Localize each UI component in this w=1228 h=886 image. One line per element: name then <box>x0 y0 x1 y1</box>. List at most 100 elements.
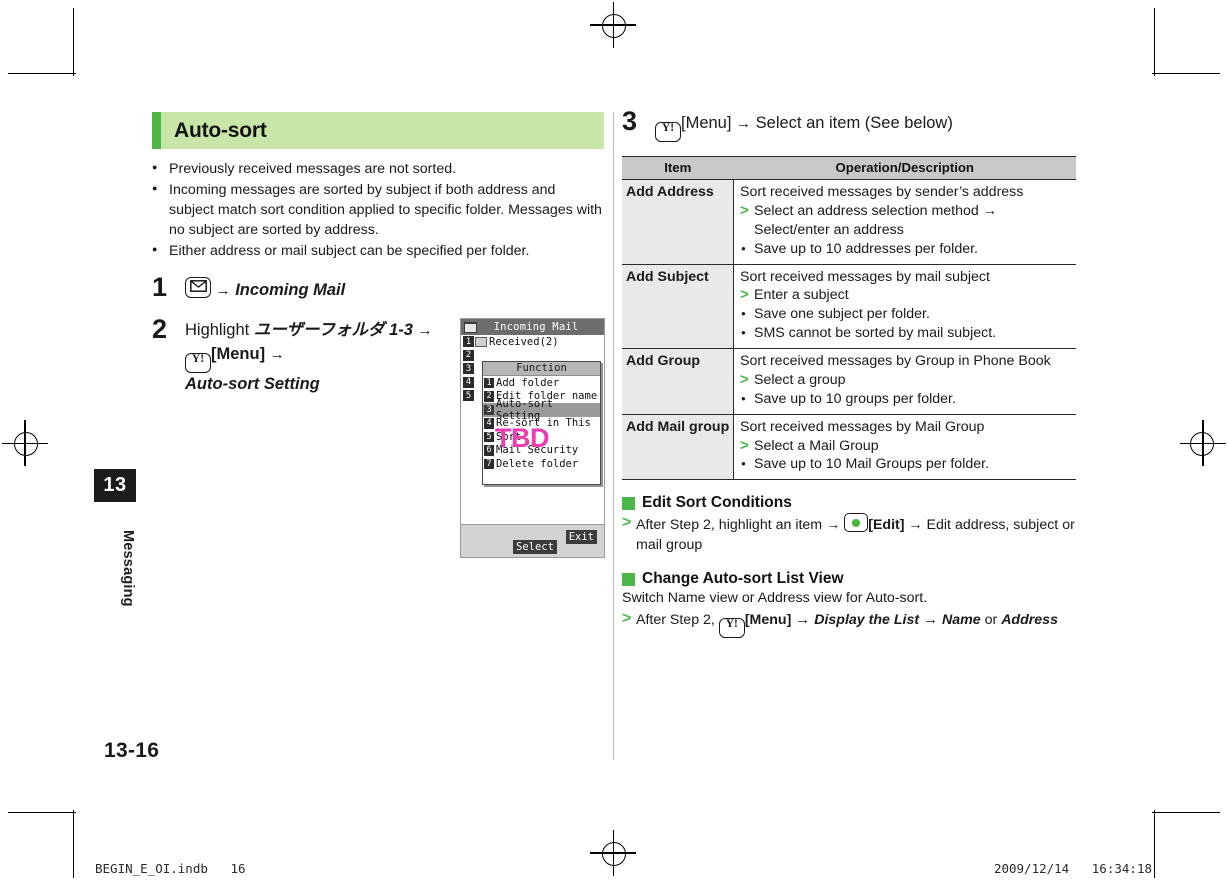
chapter-name-label: Messaging <box>120 529 136 607</box>
step-arrow: → <box>269 345 285 363</box>
crop-mark-tr-v <box>1153 8 1155 76</box>
print-slug-timestamp: 2009/12/14 16:34:18 <box>993 861 1152 876</box>
option-conjunction: or <box>984 611 998 628</box>
subsection-heading-change-auto-sort-list-view: Change Auto-sort List View <box>622 570 1077 588</box>
step-target: Incoming Mail <box>235 281 346 300</box>
subsection-heading-edit-sort-conditions: Edit Sort Conditions <box>622 494 1077 512</box>
menu-label: [Menu] <box>681 114 732 132</box>
row-description: Sort received messages by sender’s addre… <box>733 179 1076 265</box>
section-accent-bar <box>152 112 161 149</box>
step-folder-name: ユーザーフォルダ 1-3 <box>253 321 413 339</box>
table-header-description: Operation/Description <box>733 156 1076 180</box>
row-description: Sort received messages by Mail Group Sel… <box>733 414 1076 481</box>
table-row: Add Address Sort received messages by se… <box>622 179 1076 265</box>
row-item-label: Add Mail group <box>622 414 734 481</box>
section-heading: Auto-sort <box>152 112 604 149</box>
desc-note-line: Save up to 10 groups per folder. <box>740 390 1070 409</box>
crop-mark-bl-h <box>8 811 76 813</box>
menu-item-auto-sort-setting[interactable]: 3 Auto-sort Setting <box>483 398 600 422</box>
desc-note-line: SMS cannot be sorted by mail subject. <box>740 324 1070 343</box>
menu-label: [Menu] <box>211 344 266 363</box>
subsection-title: Change Auto-sort List View <box>642 570 844 587</box>
table-header-item: Item <box>622 156 734 180</box>
desc-action-line: Select a group <box>740 370 1070 390</box>
column-divider <box>613 112 614 760</box>
step-number: 1 <box>152 272 168 303</box>
chapter-number: 13 <box>103 474 127 496</box>
menu-index: 2 <box>484 391 494 402</box>
desc-line: Sort received messages by Mail Group <box>740 418 985 435</box>
registration-top-h <box>590 24 636 26</box>
softkey-select[interactable]: Select <box>513 540 557 555</box>
action-arrow: → <box>923 610 939 628</box>
crop-mark-br-v <box>1153 810 1155 878</box>
display-list-label: Display the List <box>814 611 920 628</box>
desc-note-line: Save one subject per folder. <box>740 305 1070 324</box>
yj-key-icon: Y! <box>185 352 211 373</box>
desc-action-line: Enter a subject <box>740 285 1070 305</box>
crop-mark-tr-h <box>1152 73 1220 75</box>
list-index: 2 <box>463 349 474 361</box>
menu-item-add-folder[interactable]: 1 Add folder <box>483 376 600 390</box>
list-index: 5 <box>463 390 474 402</box>
note-item: Previously received messages are not sor… <box>152 159 604 179</box>
print-slug-filename: BEGIN_E_OI.indb 16 <box>95 861 246 876</box>
step-body: → Incoming Mail <box>185 277 604 303</box>
softkey-exit[interactable]: Exit <box>565 530 597 545</box>
menu-item-delete-folder[interactable]: 7 Delete folder <box>483 457 600 471</box>
phone-title: Incoming Mail <box>493 321 579 333</box>
table-header-row: Item Operation/Description <box>622 156 1076 180</box>
menu-index: 1 <box>484 377 494 388</box>
desc-note-line: Save up to 10 Mail Groups per folder. <box>740 455 1070 474</box>
step-arrow: → <box>215 282 231 300</box>
option-address: Address <box>1001 611 1058 628</box>
registration-mark-left <box>14 432 38 456</box>
row-item-label: Add Subject <box>622 264 734 349</box>
phone-softkey-bar: Select Exit <box>461 524 604 557</box>
desc-line: Sort received messages by sender’s addre… <box>740 184 1024 200</box>
registration-mark-bottom <box>602 842 626 866</box>
subsection-text: Switch Name view or Address view for Aut… <box>622 590 928 606</box>
table-row: Add Subject Sort received messages by ma… <box>622 264 1076 349</box>
menu-index: 4 <box>484 418 494 429</box>
phone-list-item[interactable]: 1 Received(2) <box>461 335 604 349</box>
yj-key-icon: Y! <box>655 122 681 142</box>
registration-bottom-h <box>590 852 636 854</box>
crop-mark-bl-v <box>73 810 75 878</box>
step-setting-name: Auto-sort Setting <box>185 374 320 393</box>
menu-index: 5 <box>484 431 494 442</box>
action-prefix: After Step 2, highlight an item → <box>636 517 841 534</box>
table-row: Add Group Sort received messages by Grou… <box>622 348 1076 415</box>
step-number: 3 <box>622 106 638 136</box>
row-description: Sort received messages by mail subject E… <box>733 264 1076 349</box>
green-square-icon <box>622 496 635 510</box>
subsection-title: Edit Sort Conditions <box>642 494 792 512</box>
menu-index: 7 <box>484 458 494 469</box>
table-row: Add Mail group Sort received messages by… <box>622 414 1076 481</box>
crop-mark-tl-v <box>73 8 75 76</box>
phone-list-item[interactable]: 2 <box>461 349 604 363</box>
green-square-icon <box>622 572 635 586</box>
list-index: 3 <box>463 363 474 375</box>
registration-mark-top <box>602 14 626 38</box>
function-menu-title: Function <box>483 362 600 376</box>
step-arrow: → <box>417 322 433 339</box>
subsection-action-display-list: After Step 2, Y![Menu] → Display the Lis… <box>622 608 1077 638</box>
operation-table: Item Operation/Description Add Address S… <box>622 156 1076 481</box>
right-column: 3 Y! [Menu] → Select an item (See below) … <box>622 106 1077 638</box>
manual-page: 13 Messaging 13-16 Auto-sort Previously … <box>0 0 1228 886</box>
row-description: Sort received messages by Group in Phone… <box>733 348 1076 415</box>
phone-body: 1 Received(2) 2 3 4 5 Function 1 Add fol… <box>461 335 604 525</box>
menu-label: Add folder <box>496 376 560 389</box>
row-item-label: Add Group <box>622 348 734 415</box>
desc-action-line: Select a Mail Group <box>740 436 1070 456</box>
subsection-action-edit: After Step 2, highlight an item → [Edit]… <box>622 512 1077 556</box>
step-body: Y! [Menu] → Select an item (See below) <box>655 112 1077 142</box>
option-name: Name <box>942 611 981 628</box>
menu-index: 6 <box>484 445 494 456</box>
crop-mark-tl-h <box>8 73 76 75</box>
menu-label: Delete folder <box>496 457 579 470</box>
step-1: 1 → Incoming Mail <box>152 272 604 303</box>
desc-action-continued: Select/enter an address <box>754 221 904 238</box>
desc-action-line: Select an address selection method → <box>740 201 1070 221</box>
